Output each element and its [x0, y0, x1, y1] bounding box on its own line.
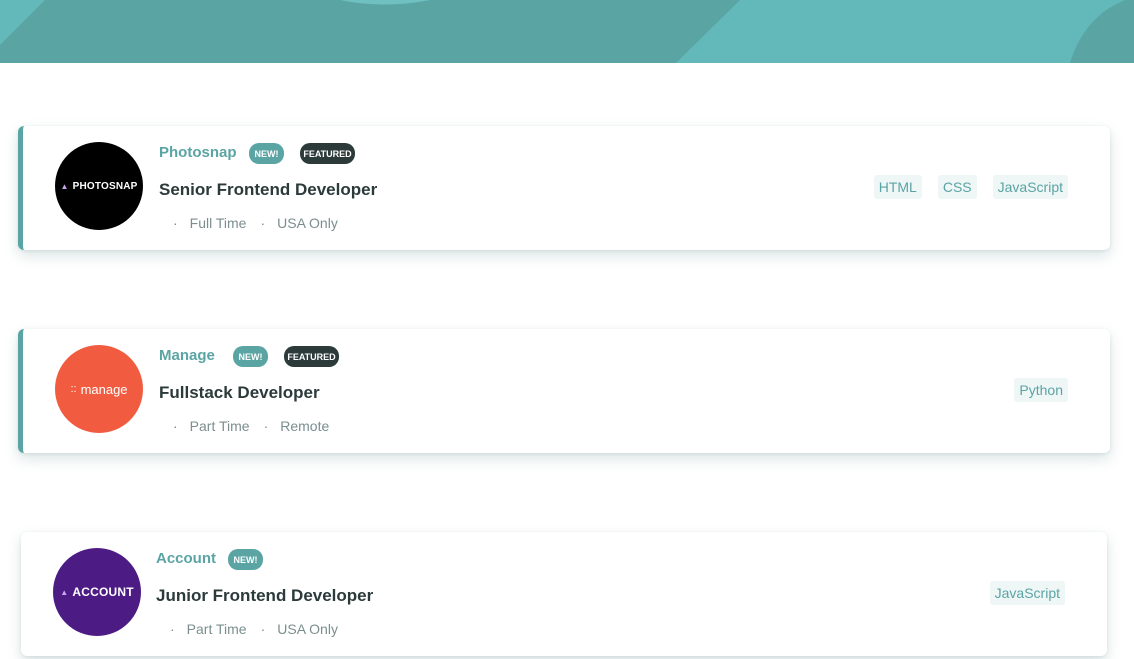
separator-dot: · — [170, 621, 175, 637]
separator-dot: · — [260, 621, 266, 637]
job-card[interactable]: ▲ ACCOUNT Account NEW! Junior Frontend D… — [21, 532, 1107, 656]
tag-button[interactable]: JavaScript — [992, 175, 1068, 199]
job-card[interactable]: :: manage Manage NEW! FEATURED Fullstack… — [18, 329, 1110, 453]
dots-icon: :: — [70, 383, 77, 395]
tag-list: JavaScript — [989, 581, 1065, 605]
triangle-icon: ▲ — [60, 181, 69, 191]
job-meta: · Part Time · Remote — [159, 418, 329, 434]
job-position[interactable]: Junior Frontend Developer — [156, 586, 373, 606]
job-location: USA Only — [277, 621, 338, 637]
new-badge: NEW! — [228, 549, 263, 570]
header-pattern — [0, 0, 1134, 63]
new-badge: NEW! — [249, 143, 284, 164]
logo-text: manage — [80, 381, 128, 397]
job-contract: Full Time — [189, 215, 247, 231]
job-meta: · Full Time · USA Only — [159, 215, 338, 231]
tag-list: HTML CSS JavaScript — [873, 175, 1068, 199]
separator-dot: · — [263, 418, 269, 434]
job-contract: Part Time — [186, 621, 247, 637]
job-location: Remote — [280, 418, 330, 434]
job-contract: Part Time — [189, 418, 250, 434]
separator-dot: · — [173, 215, 178, 231]
new-badge: NEW! — [233, 346, 268, 367]
company-name: Account — [156, 550, 216, 567]
separator-dot: · — [173, 418, 178, 434]
company-name: Manage — [159, 347, 215, 364]
job-position[interactable]: Fullstack Developer — [159, 383, 320, 403]
job-position[interactable]: Senior Frontend Developer — [159, 180, 377, 200]
separator-dot: · — [260, 215, 266, 231]
tag-button[interactable]: Python — [1014, 378, 1068, 402]
job-card[interactable]: ▲ PHOTOSNAP Photosnap NEW! FEATURED Seni… — [18, 126, 1110, 250]
job-meta: · Part Time · USA Only — [156, 621, 338, 637]
logo-text: ACCOUNT — [72, 585, 134, 599]
company-logo: :: manage — [55, 345, 143, 433]
tag-list: Python — [1014, 378, 1068, 402]
tag-button[interactable]: CSS — [937, 175, 977, 199]
company-name: Photosnap — [159, 144, 237, 161]
company-logo: ▲ ACCOUNT — [53, 548, 141, 636]
job-location: USA Only — [277, 215, 338, 231]
tag-button[interactable]: JavaScript — [989, 581, 1065, 605]
header-banner — [0, 0, 1134, 63]
triangle-icon: ▲ — [60, 587, 69, 597]
tag-button[interactable]: HTML — [873, 175, 922, 199]
logo-text: PHOTOSNAP — [72, 180, 138, 192]
featured-badge: FEATURED — [300, 143, 355, 164]
company-logo: ▲ PHOTOSNAP — [55, 142, 143, 230]
featured-badge: FEATURED — [284, 346, 339, 367]
